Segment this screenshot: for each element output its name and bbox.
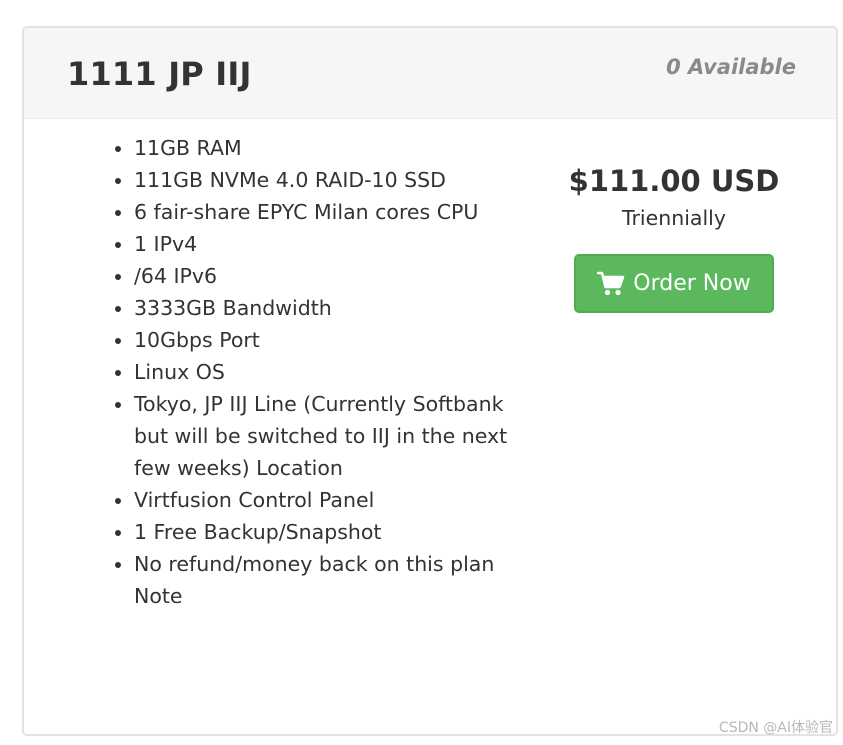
billing-cycle: Triennially xyxy=(621,206,726,230)
price-amount: $111.00 USD xyxy=(568,164,780,198)
feature-item: Tokyo, JP IIJ Line (Currently Softbank b… xyxy=(134,388,514,484)
availability-badge: 0 Available xyxy=(666,55,796,79)
pricing-panel: $111.00 USD Triennially Order Now xyxy=(544,160,804,313)
feature-list: 11GB RAM 111GB NVMe 4.0 RAID-10 SSD 6 fa… xyxy=(110,132,514,612)
feature-item: No refund/money back on this plan Note xyxy=(134,548,514,612)
feature-item: Linux OS xyxy=(134,356,514,388)
feature-item: 10Gbps Port xyxy=(134,324,514,356)
feature-item: 6 fair-share EPYC Milan cores CPU xyxy=(134,196,514,228)
product-card: 1111 JP IIJ 0 Available 11GB RAM 111GB N… xyxy=(22,26,838,736)
order-now-label: Order Now xyxy=(633,271,751,296)
feature-item: 1 Free Backup/Snapshot xyxy=(134,516,514,548)
feature-item: /64 IPv6 xyxy=(134,260,514,292)
order-now-button[interactable]: Order Now xyxy=(574,254,774,313)
shopping-cart-icon xyxy=(597,271,625,297)
product-title: 1111 JP IIJ xyxy=(67,55,252,93)
product-card-header: 1111 JP IIJ 0 Available xyxy=(24,28,836,119)
watermark: CSDN @AI体验官 xyxy=(718,720,833,736)
feature-item: 3333GB Bandwidth xyxy=(134,292,514,324)
feature-item: 1 IPv4 xyxy=(134,228,514,260)
feature-item: Virtfusion Control Panel xyxy=(134,484,514,516)
feature-item: 11GB RAM xyxy=(134,132,514,164)
feature-item: 111GB NVMe 4.0 RAID-10 SSD xyxy=(134,164,514,196)
